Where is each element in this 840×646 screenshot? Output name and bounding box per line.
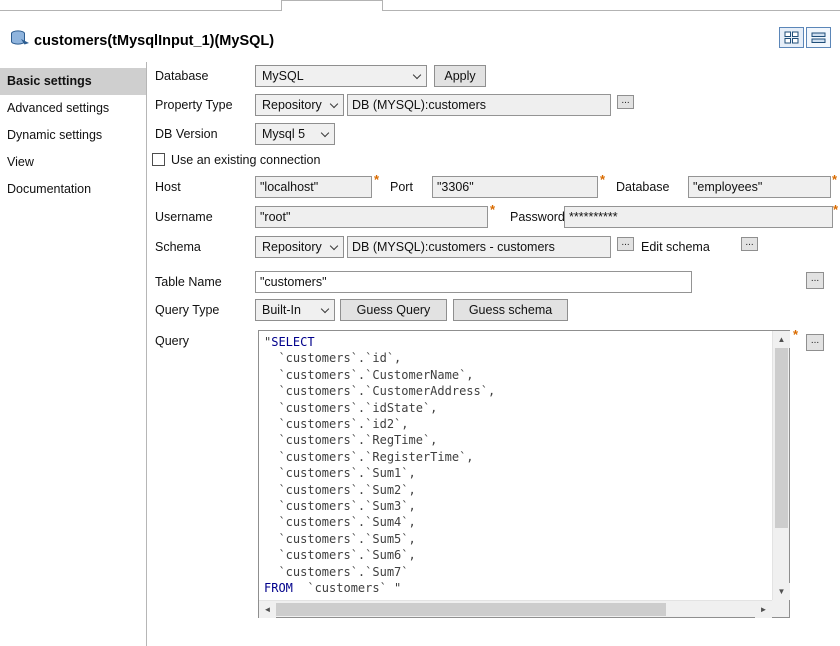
query-code[interactable]: "SELECT `customers`.`id`, `customers`.`C… [259,331,772,600]
page-title: customers(tMysqlInput_1)(MySQL) [34,33,274,49]
settings-sidebar: Basic settings Advanced settings Dynamic… [0,68,146,203]
apply-button[interactable]: Apply [434,65,486,87]
existing-connection-label: Use an existing connection [171,149,320,171]
schema-combo[interactable]: Repository [255,236,344,258]
property-repository-field[interactable] [347,94,611,116]
sidebar-item-documentation[interactable]: Documentation [0,176,146,203]
grid-view-button[interactable] [779,27,804,48]
db-version-combo[interactable]: Mysql 5 [255,123,335,145]
host-input[interactable] [255,176,372,198]
guess-query-button[interactable]: Guess Query [340,299,447,321]
username-input[interactable] [255,206,488,228]
required-icon: * [793,329,798,341]
edit-schema-label: Edit schema [641,236,710,258]
table-name-label: Table Name [155,271,222,293]
list-view-button[interactable] [806,27,831,48]
sidebar-item-dynamic-settings[interactable]: Dynamic settings [0,122,146,149]
required-icon: * [833,204,838,216]
database-combo-value: MySQL [262,69,304,83]
table-name-ellipsis-button[interactable]: ... [806,272,824,289]
existing-connection-checkbox[interactable] [152,153,165,166]
required-icon: * [490,204,495,216]
horizontal-scrollbar[interactable]: ◄ ► [259,600,772,617]
property-ellipsis-button[interactable]: ... [617,95,634,109]
required-icon: * [374,174,379,186]
database2-label: Database [616,176,670,198]
query-editor[interactable]: "SELECT `customers`.`id`, `customers`.`C… [258,330,790,618]
component-settings-panel: customers(tMysqlInput_1)(MySQL) Basic se… [0,0,840,646]
query-type-combo-value: Built-In [262,303,301,317]
password-input[interactable] [564,206,833,228]
dropdown-caret-icon [413,70,421,78]
property-type-label: Property Type [155,94,233,116]
scroll-right-button[interactable]: ► [755,601,772,618]
schema-label: Schema [155,236,201,258]
required-icon: * [832,174,837,186]
db-version-combo-value: Mysql 5 [262,127,305,141]
scroll-up-button[interactable]: ▲ [773,331,790,348]
dropdown-caret-icon [330,241,338,249]
password-label: Password [510,206,565,228]
required-icon: * [600,174,605,186]
dropdown-caret-icon [330,99,338,107]
edit-schema-ellipsis-button[interactable]: ... [741,237,758,251]
sidebar-item-view[interactable]: View [0,149,146,176]
query-label: Query [155,330,189,352]
top-divider [0,10,840,11]
list-icon [811,31,826,44]
schema-ellipsis-button[interactable]: ... [617,237,634,251]
database-label: Database [155,65,209,87]
vertical-scrollbar[interactable]: ▲ ▼ [772,331,789,600]
host-label: Host [155,176,181,198]
table-name-input[interactable] [255,271,692,293]
scroll-down-button[interactable]: ▼ [773,583,790,600]
sidebar-item-advanced-settings[interactable]: Advanced settings [0,95,146,122]
query-type-label: Query Type [155,299,219,321]
db-version-label: DB Version [155,123,218,145]
guess-schema-button[interactable]: Guess schema [453,299,568,321]
port-label: Port [390,176,413,198]
dropdown-caret-icon [321,304,329,312]
top-tab[interactable] [281,0,383,11]
dropdown-caret-icon [321,128,329,136]
horizontal-scrollbar-thumb[interactable] [276,603,666,616]
database-combo[interactable]: MySQL [255,65,427,87]
scrollbar-corner [772,600,789,617]
property-type-combo-value: Repository [262,98,322,112]
grid-icon [784,31,799,44]
query-ellipsis-button[interactable]: ... [806,334,824,351]
scroll-left-button[interactable]: ◄ [259,601,276,618]
query-type-combo[interactable]: Built-In [255,299,335,321]
schema-combo-value: Repository [262,240,322,254]
username-label: Username [155,206,213,228]
component-icon [10,30,30,47]
vertical-scrollbar-thumb[interactable] [775,348,788,528]
sidebar-item-basic-settings[interactable]: Basic settings [0,68,146,95]
property-type-combo[interactable]: Repository [255,94,344,116]
schema-repository-field[interactable] [347,236,611,258]
sidebar-divider [146,62,147,646]
database-name-input[interactable] [688,176,831,198]
port-input[interactable] [432,176,598,198]
